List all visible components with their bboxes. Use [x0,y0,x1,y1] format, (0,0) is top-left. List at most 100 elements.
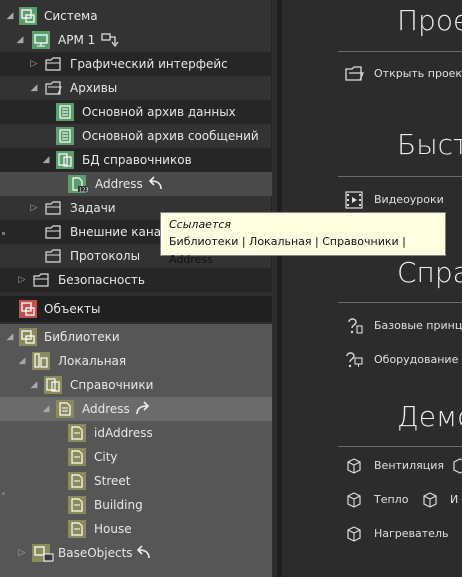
tree-label: idAddress [94,426,153,440]
reference-back-arrow-icon[interactable] [134,544,152,562]
link-label: Базовые принц [374,319,462,332]
svg-text:123: 123 [79,188,88,194]
objects-icon [19,300,37,318]
basic-principles-link[interactable]: Базовые принц [344,314,462,338]
link-label: Вентиляция [374,459,444,472]
reference-forward-arrow-icon[interactable] [134,400,152,418]
tree-item-security[interactable]: ▷ Безопасность [0,268,272,292]
reference-tooltip: Ссылается Библиотеки | Локальная | Справ… [160,212,446,266]
tree-item-field[interactable]: House [0,517,272,541]
open-folder-icon [45,81,62,95]
system-icon [19,7,37,25]
cube-icon [347,526,361,542]
table-link-icon: 123 [68,175,88,193]
equipment-link[interactable]: Оборудование [344,348,462,372]
folder-icon [45,201,61,215]
tree-item-base-objects[interactable]: ▷ BaseObjects [0,541,272,565]
collapse-arrow-icon[interactable]: ◢ [16,349,28,373]
section-divider [338,446,462,447]
open-project-link[interactable]: Открыть проект [344,62,462,86]
tree-item-field[interactable]: Street [0,469,272,493]
tree-label: House [94,522,132,536]
collapse-arrow-icon[interactable]: ◢ [14,28,26,52]
tree-label: Система [44,9,98,23]
demo-ventilation-link[interactable]: Вентиляция [344,454,462,478]
link-label: Оборудование [374,353,459,366]
tooltip-path: Библиотеки | Локальная | Справочники | A… [169,235,406,266]
link-label: Нагреватель [374,527,449,540]
tree-item-main-data-archive[interactable]: Основной архив данных [0,100,272,124]
splitter-grip[interactable] [2,492,5,495]
tree-item-address[interactable]: 123 Address [0,172,272,196]
tree-item-sistema[interactable]: ◢ Система [0,4,272,28]
collapse-arrow-icon[interactable]: ◢ [40,397,52,421]
link-label: Тепло [374,493,409,506]
splitter-grip[interactable] [2,232,5,235]
demo-extra-link[interactable]: И [420,488,462,512]
collapse-arrow-icon[interactable]: ◢ [4,325,16,349]
link-label: Открыть проект [374,67,462,80]
collapse-arrow-icon[interactable]: ◢ [28,76,40,100]
tree-label: Основной архив данных [82,105,236,119]
local-library-icon [32,352,50,370]
expand-arrow-icon[interactable]: ▷ [16,268,28,292]
libraries-panel: ◢ Библиотеки ◢ Локальная ◢ Справочники ◢… [0,324,272,577]
folder-icon [45,249,61,263]
tree-item-graphic-ui[interactable]: ▷ Графический интерфейс [0,52,272,76]
reference-db-icon [56,151,74,169]
video-tutorials-link[interactable]: Видеоуроки [344,188,462,212]
tree-label: Основной архив сообщений [82,129,259,143]
collapse-arrow-icon[interactable]: ◢ [28,373,40,397]
tree-label: Безопасность [58,273,145,287]
tree-label: Объекты [44,302,101,316]
collapse-arrow-icon[interactable]: ◢ [4,4,16,28]
tree-item-objects[interactable]: Объекты [0,297,272,321]
tree-item-reference[interactable]: ◢ Справочники [0,373,272,397]
tree-label: Справочники [70,378,154,392]
tree-item-libraries[interactable]: ◢ Библиотеки [0,325,272,349]
link-label: И [450,493,459,506]
expand-arrow-icon[interactable]: ▷ [16,541,28,565]
tree-item-field[interactable]: idAddress [0,421,272,445]
tree-item-arm1[interactable]: ◢ АРМ 1 [0,28,272,52]
section-title-demo: Демо [397,400,462,433]
section-divider [338,176,462,177]
cube-icon[interactable] [450,456,462,476]
archive-icon [56,103,74,121]
objects-panel: Объекты [0,296,272,322]
expand-arrow-icon[interactable]: ▷ [28,196,40,220]
libraries-icon [19,328,37,346]
workstation-icon [32,31,50,49]
tree-label: Внешние канал [70,225,169,239]
start-config-icon[interactable] [100,31,120,49]
tree-label: Графический интерфейс [70,57,228,71]
reference-back-arrow-icon[interactable] [146,175,164,193]
section-title-quick: Быст [397,128,462,161]
folder-icon [45,225,61,239]
tree-label: Локальная [58,354,127,368]
tree-item-field[interactable]: City [0,445,272,469]
tree-item-lib-address[interactable]: ◢ Address [0,397,272,421]
cube-icon [347,458,361,474]
principles-icon [348,318,363,334]
tree-label: BaseObjects [58,546,133,560]
section-divider [338,51,462,52]
section-divider [338,302,462,303]
tooltip-title: Ссылается [169,218,232,231]
expand-arrow-icon[interactable]: ▷ [28,52,40,76]
table-icon [56,400,74,418]
folder-icon [33,273,49,287]
tree-item-archives[interactable]: ◢ Архивы [0,76,272,100]
demo-heater-link[interactable]: Нагреватель [344,522,462,546]
tree-label: Архивы [70,81,118,95]
tree-item-field[interactable]: Building [0,493,272,517]
field-icon [68,448,86,466]
archive-icon [56,127,74,145]
tree-item-main-msg-archive[interactable]: Основной архив сообщений [0,124,272,148]
collapse-arrow-icon[interactable]: ◢ [40,148,52,172]
cube-icon [347,492,361,508]
tree-label: Протоколы [70,249,141,263]
tree-item-bd-ref[interactable]: ◢ БД справочников [0,148,272,172]
tree-label: City [94,450,118,464]
tree-item-local[interactable]: ◢ Локальная [0,349,272,373]
